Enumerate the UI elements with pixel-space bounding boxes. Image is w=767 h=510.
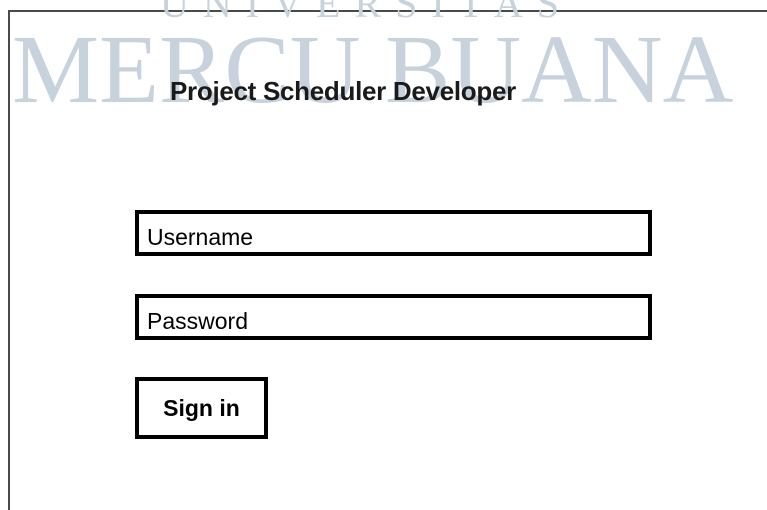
- password-input[interactable]: [135, 294, 652, 340]
- page-title: Project Scheduler Developer: [170, 76, 516, 106]
- username-input[interactable]: [135, 210, 652, 256]
- sign-in-button[interactable]: Sign in: [135, 377, 268, 439]
